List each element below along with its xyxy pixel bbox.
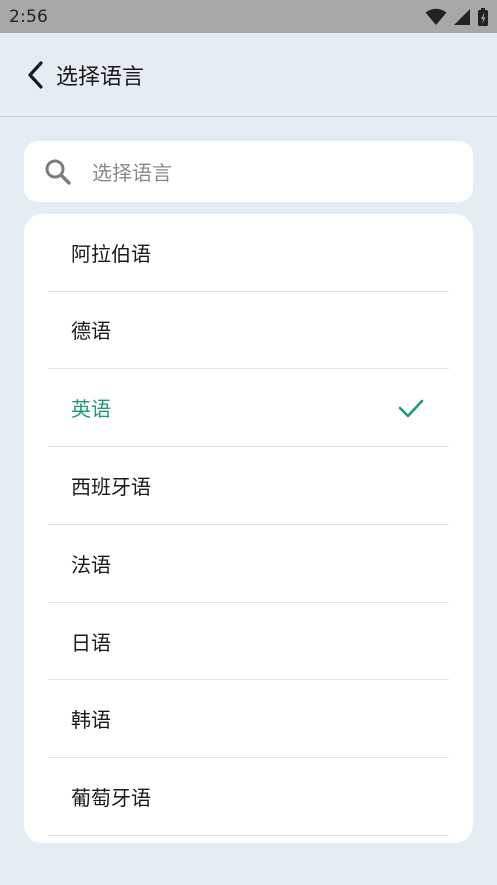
language-label: 英语 — [71, 397, 111, 422]
cellular-signal-icon — [454, 8, 470, 25]
back-button[interactable] — [20, 55, 50, 95]
search-placeholder: 选择语言 — [92, 161, 172, 185]
language-item-portuguese[interactable]: 葡萄牙语 — [48, 758, 449, 837]
language-item-french[interactable]: 法语 — [48, 525, 449, 603]
language-list: 阿拉伯语 德语 英语 西班牙语 法语 日语 韩语 葡萄牙语 — [24, 214, 473, 843]
language-label: 德语 — [71, 319, 111, 344]
chevron-left-icon — [28, 60, 43, 89]
language-item-spanish[interactable]: 西班牙语 — [48, 447, 449, 525]
check-icon — [398, 399, 424, 417]
language-label: 法语 — [71, 552, 111, 577]
language-label: 阿拉伯语 — [71, 241, 151, 266]
status-time: 2:56 — [9, 6, 48, 27]
page-title: 选择语言 — [56, 64, 145, 90]
language-item-arabic[interactable]: 阿拉伯语 — [48, 214, 449, 292]
language-label: 葡萄牙语 — [71, 786, 151, 811]
language-item-german[interactable]: 德语 — [48, 292, 449, 370]
search-input[interactable]: 选择语言 — [24, 141, 473, 202]
wifi-icon — [425, 8, 447, 25]
language-label: 西班牙语 — [71, 474, 151, 499]
language-label: 日语 — [71, 630, 111, 655]
app-bar: 选择语言 — [0, 33, 497, 117]
status-bar: 2:56 — [0, 0, 497, 33]
battery-icon — [478, 7, 488, 26]
status-icons — [425, 7, 489, 27]
language-item-english[interactable]: 英语 — [48, 369, 449, 448]
language-item-japanese[interactable]: 日语 — [48, 603, 449, 681]
language-label: 韩语 — [71, 708, 111, 733]
language-item-korean[interactable]: 韩语 — [48, 680, 449, 759]
search-icon — [45, 159, 71, 185]
